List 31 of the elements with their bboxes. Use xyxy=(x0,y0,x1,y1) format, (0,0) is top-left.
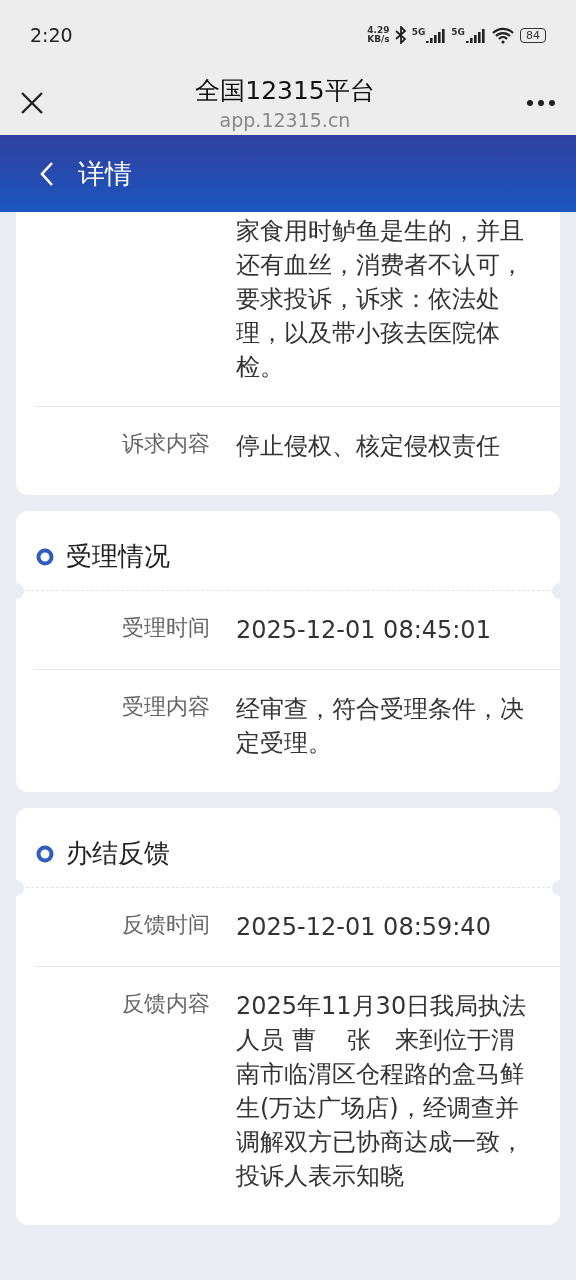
page-title: 全国12315平台 xyxy=(195,75,375,107)
field-label: 反馈时间 xyxy=(122,912,210,937)
field-value: 2025年11月30日我局执法人员 曹 张 来到位于渭南市临渭区仓程路的盒马鲜生(万达广场店)，经调查并调解双方已协商达成一致，投诉人表示知晓 xyxy=(236,991,528,1192)
page-url: app.12315.cn xyxy=(219,109,351,131)
section-dot-icon xyxy=(36,844,54,863)
field-value: 2025-12-01 08:59:40 xyxy=(236,912,492,943)
more-icon[interactable] xyxy=(526,98,556,107)
field-label: 受理内容 xyxy=(122,694,210,719)
section-title: 受理情况 xyxy=(66,540,170,573)
field-value: 经审查，符合受理条件，决定受理。 xyxy=(236,694,525,759)
field-value: 2025-12-01 08:45:01 xyxy=(236,615,492,646)
field-label: 诉求内容 xyxy=(122,431,210,456)
section-dot-icon xyxy=(36,547,54,566)
network-speed: 4.29 xyxy=(367,26,390,35)
clock: 2:20 xyxy=(30,24,73,46)
field-value: 停止侵权、核定侵权责任 xyxy=(236,431,501,462)
signal-icon xyxy=(426,27,447,43)
network-speed-unit: KB/s xyxy=(367,35,390,44)
section-title: 办结反馈 xyxy=(66,837,170,870)
wifi-icon xyxy=(491,26,515,44)
field-label: 反馈内容 xyxy=(122,991,210,1016)
bluetooth-icon xyxy=(394,26,407,44)
close-icon[interactable] xyxy=(20,90,44,115)
field-label: 受理时间 xyxy=(122,615,210,640)
battery-indicator: 84 xyxy=(520,27,546,43)
network-type: 5G xyxy=(411,27,426,37)
field-value: 家食用时鲈鱼是生的，并且还有血丝，消费者不认可，要求投诉，诉求：依法处理，以及带小孩去医院体检。 xyxy=(236,216,525,383)
screen-title: 详情 xyxy=(78,156,132,191)
network-type: 5G xyxy=(451,27,465,37)
back-icon[interactable] xyxy=(40,160,54,187)
signal-icon xyxy=(466,27,486,43)
